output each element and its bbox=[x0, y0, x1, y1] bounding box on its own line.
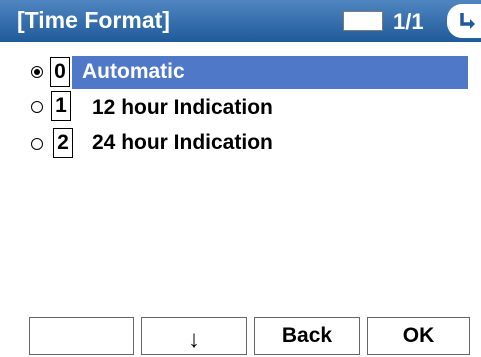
option-number: 0 bbox=[50, 57, 70, 87]
page-indicator-box bbox=[343, 11, 383, 31]
ok-button[interactable]: OK bbox=[367, 317, 470, 355]
radio-button[interactable] bbox=[31, 138, 43, 150]
back-button[interactable]: Back bbox=[254, 317, 360, 355]
radio-button-selected[interactable] bbox=[31, 66, 43, 78]
option-label: 24 hour Indication bbox=[92, 131, 273, 154]
radio-button[interactable] bbox=[31, 101, 43, 113]
softkey-1[interactable] bbox=[29, 317, 134, 355]
option-automatic[interactable]: 0 Automatic bbox=[0, 55, 481, 89]
option-12-hour[interactable]: 1 12 hour Indication bbox=[0, 90, 481, 124]
title-bar: [Time Format] 1/1 bbox=[0, 0, 481, 42]
down-arrow-icon: ↓ bbox=[188, 326, 200, 353]
screen-title: [Time Format] bbox=[17, 7, 170, 33]
option-24-hour[interactable]: 2 24 hour Indication bbox=[0, 126, 481, 160]
option-label: 12 hour Indication bbox=[92, 96, 273, 119]
option-label: Automatic bbox=[82, 60, 185, 83]
scroll-tab-icon[interactable] bbox=[447, 4, 481, 38]
softkey-down[interactable]: ↓ bbox=[141, 317, 247, 355]
page-count: 1/1 bbox=[393, 9, 424, 34]
phone-display: [Time Format] 1/1 0 Automatic 1 12 hour … bbox=[0, 0, 481, 357]
softkey-bar: ↓ Back OK bbox=[0, 317, 481, 357]
option-number: 1 bbox=[51, 91, 71, 121]
back-arrow-icon bbox=[460, 13, 475, 29]
option-number: 2 bbox=[53, 128, 73, 158]
